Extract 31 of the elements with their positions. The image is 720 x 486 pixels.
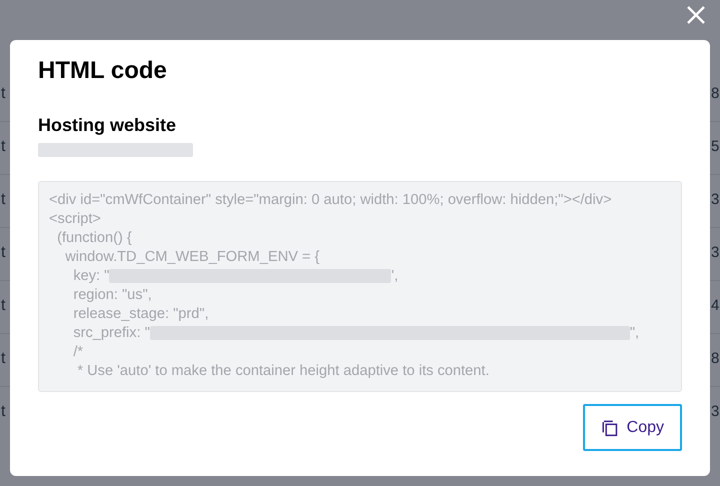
dialog-title: HTML code [38,56,167,86]
code-line: * Use 'auto' to make the container height adaptive to its content. [76,362,490,380]
code-line: src_prefix: " [72,324,150,342]
code-line: <script> [49,210,101,228]
table-cell: 4 [711,296,720,316]
code-text: ', [391,266,398,284]
code-text: ", [630,324,640,342]
table-cell: 3 [711,243,720,263]
table-cell: t [1,190,6,210]
code-line: release_stage: "prd", [72,304,209,322]
close-button[interactable] [686,4,708,26]
code-line: (function() { [56,228,132,246]
code-line: window.TD_CM_WEB_FORM_ENV = { [64,248,320,266]
table-cell: t [1,84,6,104]
table-cell: t [1,349,6,369]
table-cell: 3 [711,402,720,422]
table-cell: 3 [711,190,720,210]
table-cell: 8 [711,84,720,104]
code-line: region: "us", [72,286,152,304]
table-cell: t [1,296,6,316]
table-cell: t [1,137,6,157]
code-line: <div id="cmWfContainer" style="margin: 0 auto; width: 100%; overflow: hidden;"></div> [49,190,612,208]
copy-button[interactable]: Copy [583,404,682,451]
code-line: /* [72,342,84,360]
table-cell: 5 [711,137,720,157]
table-cell: 8 [711,349,720,369]
section-label: Hosting website [38,115,176,135]
table-cell: t [1,402,6,422]
close-icon [686,5,706,25]
table-cell: t [1,243,6,263]
code-line: key: " [72,266,110,284]
